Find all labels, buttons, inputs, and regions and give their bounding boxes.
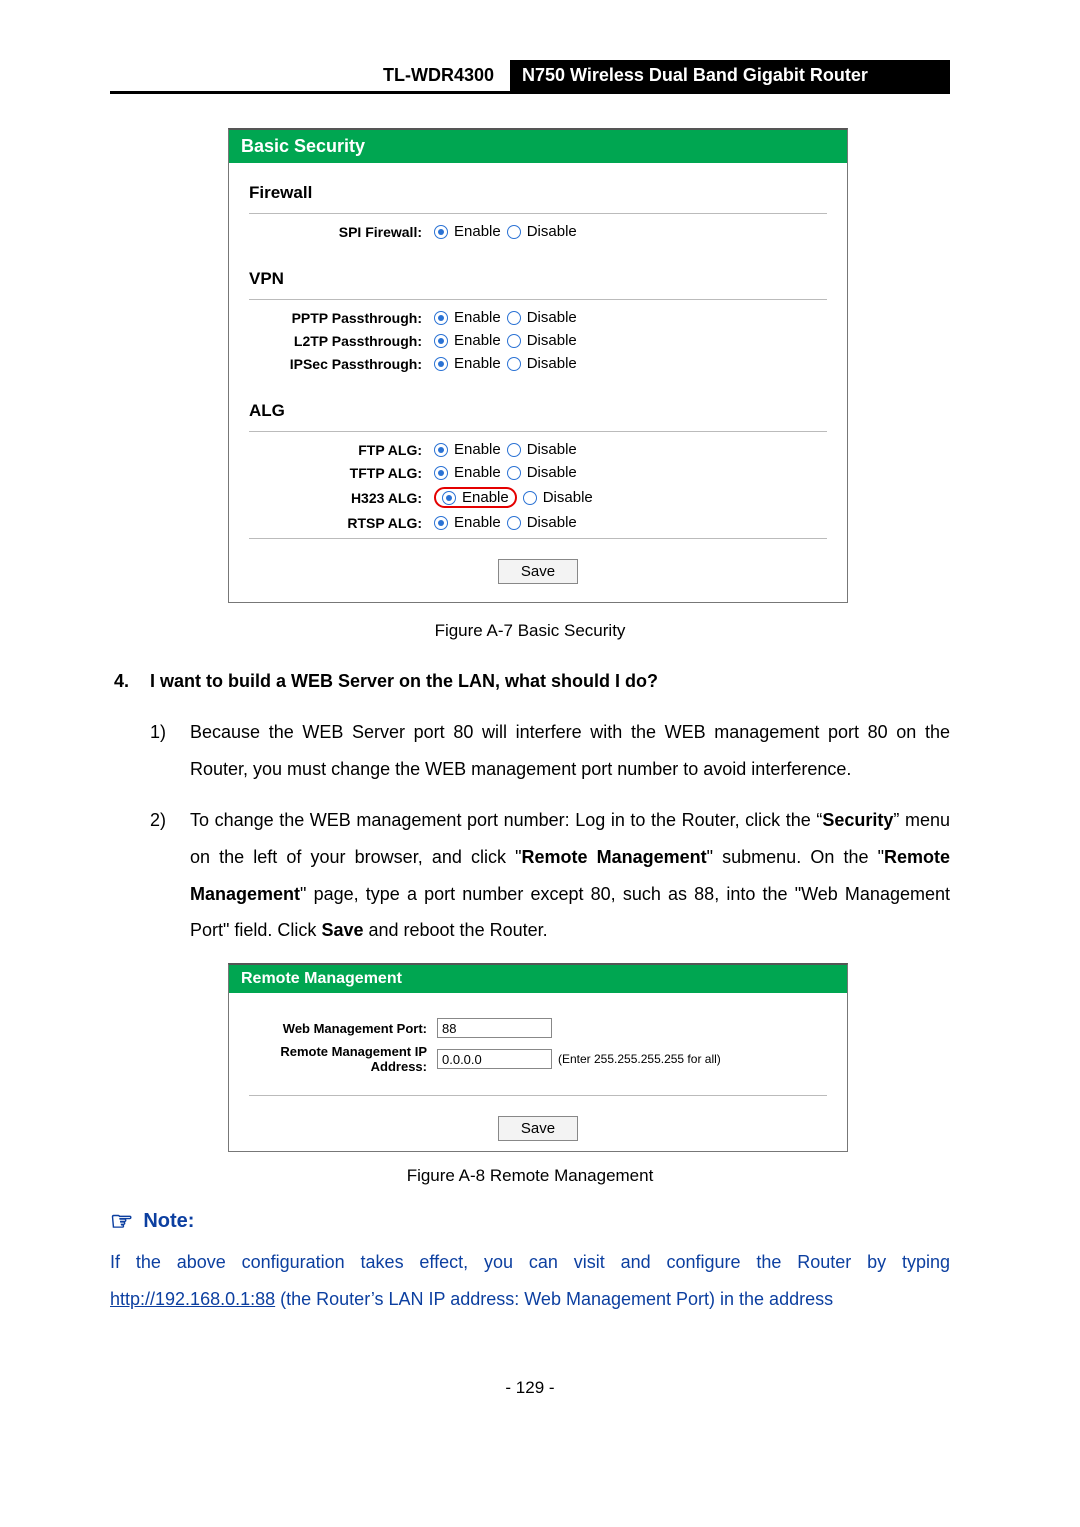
page-number: - 129 - [110, 1378, 950, 1398]
question-number: 4. [110, 671, 150, 692]
figure-caption-a8: Figure A-8 Remote Management [110, 1166, 950, 1186]
note-heading: ☞ Note: [110, 1208, 950, 1234]
radio-disable[interactable]: Disable [523, 489, 593, 506]
radio-icon [507, 443, 521, 457]
row-label: FTP ALG: [229, 442, 434, 458]
step-number: 1) [150, 714, 190, 788]
product-header: TL-WDR4300 N750 Wireless Dual Band Gigab… [110, 60, 950, 94]
row-label: Web Management Port: [229, 1021, 437, 1036]
divider [249, 299, 827, 300]
row-label: L2TP Passthrough: [229, 333, 434, 349]
save-button[interactable]: Save [498, 559, 578, 584]
question-text: I want to build a WEB Server on the LAN,… [150, 671, 658, 692]
radio-enable[interactable]: Enable [434, 355, 501, 372]
radio-icon [507, 357, 521, 371]
radio-icon [434, 466, 448, 480]
radio-icon [434, 357, 448, 371]
row-label: Remote Management IP Address: [229, 1044, 437, 1074]
pointing-hand-icon: ☞ [110, 1208, 133, 1234]
radio-icon [507, 311, 521, 325]
figure-caption-a7: Figure A-7 Basic Security [110, 621, 950, 641]
row-label: H323 ALG: [229, 490, 434, 506]
tftp-alg-row: TFTP ALG: Enable Disable [229, 461, 847, 484]
radio-icon [507, 516, 521, 530]
row-label: TFTP ALG: [229, 465, 434, 481]
pptp-row: PPTP Passthrough: Enable Disable [229, 306, 847, 329]
radio-disable[interactable]: Disable [507, 332, 577, 349]
row-controls: Enable Disable [434, 223, 577, 240]
divider [249, 431, 827, 432]
ip-hint: (Enter 255.255.255.255 for all) [558, 1052, 721, 1066]
step-1: 1) Because the WEB Server port 80 will i… [150, 714, 950, 788]
radio-icon [434, 225, 448, 239]
row-label: PPTP Passthrough: [229, 310, 434, 326]
panel-body: Firewall SPI Firewall: Enable Disable VP… [229, 163, 847, 602]
product-name: N750 Wireless Dual Band Gigabit Router [510, 60, 950, 91]
radio-icon [434, 516, 448, 530]
step-text: Because the WEB Server port 80 will inte… [190, 714, 950, 788]
remote-management-panel: Remote Management Web Management Port: R… [228, 963, 848, 1152]
basic-security-panel: Basic Security Firewall SPI Firewall: En… [228, 128, 848, 603]
model-number: TL-WDR4300 [383, 60, 510, 91]
l2tp-row: L2TP Passthrough: Enable Disable [229, 329, 847, 352]
vpn-heading: VPN [229, 261, 847, 295]
radio-enable[interactable]: Enable [434, 464, 501, 481]
radio-enable[interactable]: Enable [434, 441, 501, 458]
radio-disable[interactable]: Disable [507, 464, 577, 481]
radio-enable[interactable]: Enable [442, 489, 509, 506]
h323-alg-row: H323 ALG: Enable Disable [229, 484, 847, 511]
ip-address-row: Remote Management IP Address: (Enter 255… [229, 1041, 847, 1077]
spi-firewall-row: SPI Firewall: Enable Disable [229, 220, 847, 243]
alg-heading: ALG [229, 393, 847, 427]
radio-icon [434, 334, 448, 348]
firewall-heading: Firewall [229, 175, 847, 209]
radio-enable[interactable]: Enable [434, 332, 501, 349]
save-button[interactable]: Save [498, 1116, 578, 1141]
router-url-link[interactable]: http://192.168.0.1:88 [110, 1289, 275, 1309]
panel-title: Basic Security [229, 130, 847, 163]
web-management-port-input[interactable] [437, 1018, 552, 1038]
radio-disable[interactable]: Disable [507, 514, 577, 531]
divider [249, 1095, 827, 1096]
document-page: TL-WDR4300 N750 Wireless Dual Band Gigab… [110, 60, 950, 1398]
radio-icon [442, 491, 456, 505]
step-2: 2) To change the WEB management port num… [150, 802, 950, 950]
question-heading: 4. I want to build a WEB Server on the L… [110, 671, 950, 692]
row-label: RTSP ALG: [229, 515, 434, 531]
radio-icon [507, 334, 521, 348]
highlight-ring: Enable [434, 487, 517, 508]
radio-icon [507, 466, 521, 480]
rtsp-alg-row: RTSP ALG: Enable Disable [229, 511, 847, 534]
radio-icon [434, 311, 448, 325]
step-number: 2) [150, 802, 190, 950]
divider [249, 213, 827, 214]
radio-icon [434, 443, 448, 457]
radio-enable[interactable]: Enable [434, 514, 501, 531]
ipsec-row: IPSec Passthrough: Enable Disable [229, 352, 847, 375]
radio-icon [523, 491, 537, 505]
radio-disable[interactable]: Disable [507, 223, 577, 240]
row-label: IPSec Passthrough: [229, 356, 434, 372]
remote-ip-input[interactable] [437, 1049, 552, 1069]
step-text: To change the WEB management port number… [190, 802, 950, 950]
row-label: SPI Firewall: [229, 224, 434, 240]
radio-disable[interactable]: Disable [507, 441, 577, 458]
note-body: If the above configuration takes effect,… [110, 1244, 950, 1318]
radio-disable[interactable]: Disable [507, 309, 577, 326]
ftp-alg-row: FTP ALG: Enable Disable [229, 438, 847, 461]
radio-disable[interactable]: Disable [507, 355, 577, 372]
radio-enable[interactable]: Enable [434, 309, 501, 326]
panel-title: Remote Management [229, 965, 847, 993]
divider [249, 538, 827, 539]
web-port-row: Web Management Port: [229, 1015, 847, 1041]
radio-enable[interactable]: Enable [434, 223, 501, 240]
step-list: 1) Because the WEB Server port 80 will i… [110, 714, 950, 949]
note-label: Note: [143, 1210, 194, 1233]
radio-icon [507, 225, 521, 239]
